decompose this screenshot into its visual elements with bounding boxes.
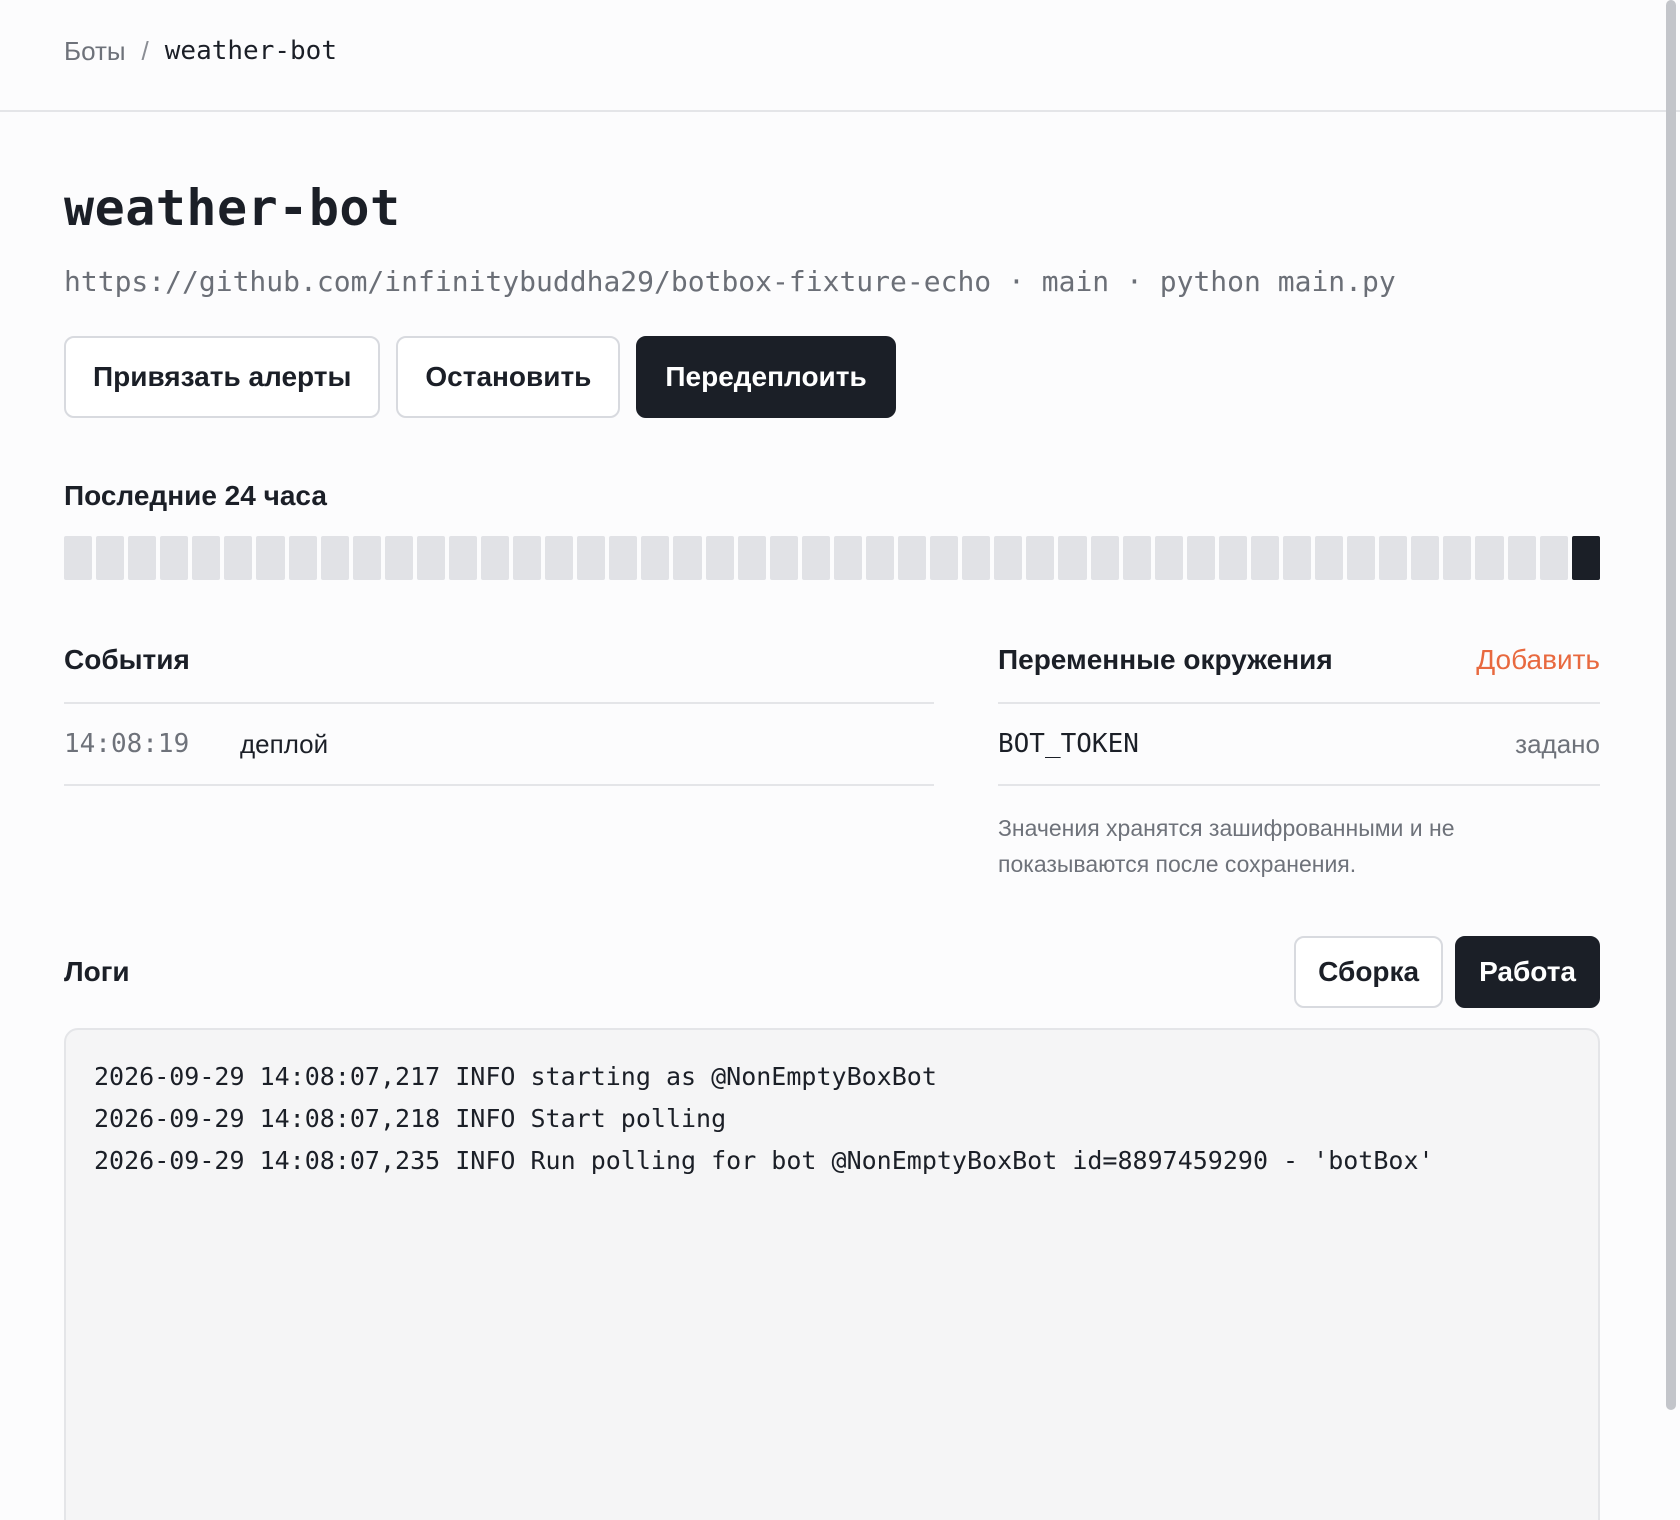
- uptime-cell: [1250, 536, 1279, 580]
- uptime-cell: [673, 536, 702, 580]
- uptime-cell: [1379, 536, 1408, 580]
- event-text: деплой: [240, 728, 329, 759]
- uptime-cell: [1411, 536, 1440, 580]
- uptime-cell: [545, 536, 574, 580]
- env-row: BOT_TOKEN задано: [998, 704, 1600, 786]
- breadcrumb-separator: /: [141, 35, 149, 66]
- uptime-cell: [288, 536, 317, 580]
- log-line: 2026-09-29 14:08:07,218 INFO Start polli…: [94, 1104, 727, 1133]
- uptime-cell: [801, 536, 830, 580]
- logs-title: Логи: [64, 956, 130, 987]
- breadcrumb-bots-link[interactable]: Боты: [64, 36, 126, 67]
- uptime-cell: [1122, 536, 1151, 580]
- uptime-cell: [865, 536, 895, 580]
- tab-runtime[interactable]: Работа: [1455, 936, 1600, 1008]
- events-header: События: [64, 638, 934, 704]
- uptime-cell: [898, 536, 927, 580]
- uptime-cell: [1475, 536, 1504, 580]
- uptime-cell: [1282, 536, 1312, 580]
- uptime-cell: [1507, 536, 1536, 580]
- uptime-cell: [448, 536, 478, 580]
- uptime-cell: [641, 536, 670, 580]
- uptime-cell: [1571, 536, 1600, 580]
- uptime-cell: [1186, 536, 1215, 580]
- logs-header: Логи Сборка Работа: [64, 936, 1600, 1008]
- uptime-title: Последние 24 часа: [64, 480, 327, 511]
- uptime-cell: [481, 536, 510, 580]
- env-title: Переменные окружения: [998, 644, 1333, 675]
- env-note: Значения хранятся зашифрованными и не по…: [998, 815, 1455, 877]
- uptime-cell: [833, 536, 862, 580]
- uptime-cell: [1347, 536, 1376, 580]
- uptime-cell: [256, 536, 285, 580]
- bot-meta: https://github.com/infinitybuddha29/botb…: [64, 265, 1396, 298]
- uptime-cell: [1443, 536, 1472, 580]
- uptime-cell: [577, 536, 606, 580]
- uptime-cell: [705, 536, 734, 580]
- logs-tabs: Сборка Работа: [1294, 936, 1600, 1008]
- events-panel: События 14:08:19 деплой: [64, 638, 934, 882]
- info-columns: События 14:08:19 деплой Переменные окруж…: [64, 638, 1600, 882]
- uptime-cell: [769, 536, 798, 580]
- log-line: 2026-09-29 14:08:07,217 INFO starting as…: [94, 1062, 937, 1091]
- uptime-cell: [1539, 536, 1568, 580]
- page-scrollbar[interactable]: [1666, 0, 1678, 1410]
- env-panel: Переменные окружения Добавить BOT_TOKEN …: [998, 638, 1600, 882]
- uptime-cell: [1058, 536, 1087, 580]
- main-content: weather-bot https://github.com/infinityb…: [0, 176, 1664, 1520]
- log-output[interactable]: 2026-09-29 14:08:07,217 INFO starting as…: [64, 1028, 1600, 1520]
- uptime-cell: [1315, 536, 1344, 580]
- uptime-cell: [1026, 536, 1055, 580]
- log-line: 2026-09-29 14:08:07,235 INFO Run polling…: [94, 1146, 1434, 1175]
- uptime-cell: [513, 536, 542, 580]
- event-time: 14:08:19: [64, 729, 190, 759]
- uptime-cell: [737, 536, 766, 580]
- page-title: weather-bot: [64, 179, 401, 237]
- uptime-cell: [416, 536, 445, 580]
- uptime-cell: [930, 536, 959, 580]
- uptime-cell: [192, 536, 221, 580]
- tab-build[interactable]: Сборка: [1294, 936, 1444, 1008]
- uptime-bar: [64, 536, 1600, 580]
- uptime-cell: [384, 536, 413, 580]
- uptime-cell: [609, 536, 638, 580]
- uptime-cell: [1090, 536, 1119, 580]
- event-row: 14:08:19 деплой: [64, 704, 934, 786]
- breadcrumb: Боты / weather-bot: [64, 36, 337, 67]
- uptime-cell: [96, 536, 125, 580]
- stop-button[interactable]: Остановить: [396, 336, 621, 418]
- redeploy-button[interactable]: Передеплоить: [636, 336, 896, 418]
- uptime-cell: [128, 536, 157, 580]
- env-header: Переменные окружения Добавить: [998, 638, 1600, 704]
- events-title: События: [64, 644, 190, 675]
- uptime-cell: [224, 536, 253, 580]
- uptime-cell: [160, 536, 189, 580]
- uptime-cell: [64, 536, 93, 580]
- bind-alerts-button[interactable]: Привязать алерты: [64, 336, 381, 418]
- uptime-cell: [1154, 536, 1183, 580]
- top-bar: Боты / weather-bot: [0, 0, 1680, 112]
- breadcrumb-current: weather-bot: [164, 36, 337, 66]
- env-status: задано: [1515, 728, 1600, 759]
- uptime-cell: [962, 536, 991, 580]
- uptime-cell: [1218, 536, 1247, 580]
- env-key: BOT_TOKEN: [998, 729, 1139, 759]
- scrollbar-thumb[interactable]: [1666, 0, 1676, 1410]
- action-bar: Привязать алерты Остановить Передеплоить: [64, 336, 1600, 418]
- uptime-cell: [320, 536, 349, 580]
- uptime-cell: [994, 536, 1023, 580]
- add-env-link[interactable]: Добавить: [1476, 638, 1600, 682]
- uptime-cell: [352, 536, 381, 580]
